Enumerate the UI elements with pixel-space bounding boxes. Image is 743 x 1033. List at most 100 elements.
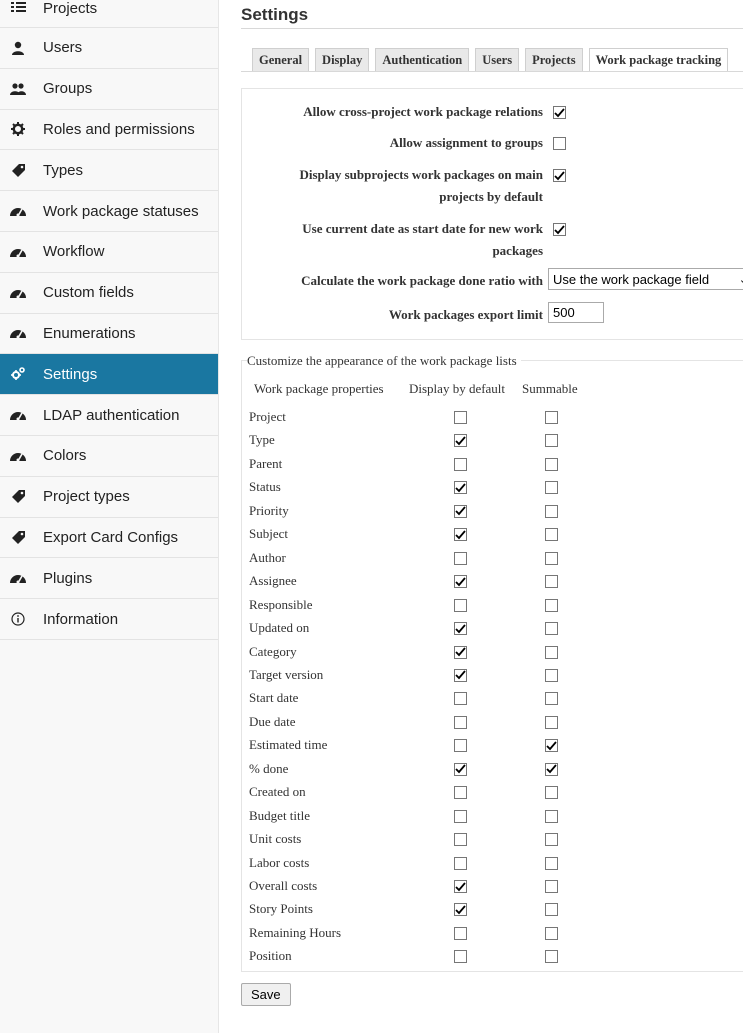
table-row: Created on [242, 782, 743, 806]
display-by-default-checkbox[interactable] [454, 880, 467, 893]
start-date-label-line2: packages [492, 243, 543, 258]
display-by-default-checkbox[interactable] [454, 645, 467, 659]
column-header-summable: Summable [522, 381, 578, 396]
gauge-icon [8, 323, 28, 343]
sidebar-item-settings[interactable]: Settings [0, 354, 218, 396]
export-limit-input[interactable]: 500 [548, 302, 604, 323]
summable-checkbox[interactable] [545, 903, 558, 917]
gauge-icon [8, 568, 28, 588]
sidebar-item-custom-fields[interactable]: Custom fields [0, 273, 218, 314]
display-by-default-checkbox[interactable] [454, 715, 467, 729]
display-by-default-checkbox[interactable] [454, 551, 467, 565]
display-by-default-checkbox[interactable] [454, 668, 467, 682]
sidebar-item-projects[interactable]: Projects [0, 0, 218, 28]
display-by-default-checkbox[interactable] [454, 504, 467, 518]
export-limit-label: Work packages export limit [388, 307, 543, 322]
tab-general[interactable]: General [252, 48, 310, 72]
display-by-default-checkbox[interactable] [454, 903, 467, 917]
display-by-default-checkbox[interactable] [454, 762, 467, 776]
display-by-default-checkbox[interactable] [454, 809, 467, 823]
property-name: Remaining Hours [249, 924, 342, 940]
display-by-default-checkbox[interactable] [454, 575, 467, 589]
cross-project-checkbox[interactable] [553, 106, 566, 119]
sidebar-item-roles-and-permissions[interactable]: Roles and permissions [0, 110, 218, 151]
table-row: Author [242, 548, 743, 572]
sidebar-item-project-types[interactable]: Project types [0, 477, 218, 518]
sidebar-item-plugins[interactable]: Plugins [0, 558, 218, 600]
display-by-default-checkbox[interactable] [454, 434, 467, 448]
page-title: Settings [241, 5, 309, 24]
summable-checkbox[interactable] [545, 668, 558, 682]
display-by-default-checkbox[interactable] [454, 692, 467, 706]
table-row: Type [242, 430, 743, 454]
summable-checkbox[interactable] [545, 950, 558, 964]
sidebar-item-ldap-authentication[interactable]: LDAP authentication [0, 395, 218, 436]
subprojects-checkbox[interactable] [553, 169, 566, 182]
sidebar-item-enumerations[interactable]: Enumerations [0, 314, 218, 355]
sidebar-item-users[interactable]: Users [0, 28, 218, 69]
save-button[interactable]: Save [241, 983, 291, 1006]
info-icon [8, 609, 28, 629]
summable-checkbox[interactable] [545, 645, 558, 659]
summable-checkbox[interactable] [545, 926, 558, 940]
display-by-default-checkbox[interactable] [454, 739, 467, 753]
subprojects-label: Display subprojects work packages on mai… [299, 164, 543, 208]
summable-checkbox[interactable] [545, 481, 558, 495]
sidebar-item-types[interactable]: Types [0, 150, 218, 192]
summable-checkbox[interactable] [545, 457, 558, 471]
sidebar-item-label: Project types [43, 488, 130, 506]
sidebar-item-work-package-statuses[interactable]: Work package statuses [0, 191, 218, 232]
start-date-checkbox[interactable] [553, 223, 566, 236]
sidebar-item-colors[interactable]: Colors [0, 436, 218, 477]
sidebar-item-workflow[interactable]: Workflow [0, 232, 218, 273]
display-by-default-checkbox[interactable] [454, 528, 467, 542]
column-header-property: Work package properties [254, 381, 384, 396]
appearance-legend: Customize the appearance of the work pac… [247, 353, 521, 369]
summable-checkbox[interactable] [545, 715, 558, 729]
display-by-default-checkbox[interactable] [454, 457, 467, 471]
summable-checkbox[interactable] [545, 575, 558, 589]
summable-checkbox[interactable] [545, 692, 558, 706]
display-by-default-checkbox[interactable] [454, 598, 467, 612]
display-by-default-checkbox[interactable] [454, 833, 467, 847]
tab-users[interactable]: Users [475, 48, 520, 72]
summable-checkbox[interactable] [545, 434, 558, 448]
summable-checkbox[interactable] [545, 809, 558, 823]
column-header-display: Display by default [409, 381, 506, 396]
table-row: Overall costs [242, 876, 743, 900]
display-by-default-checkbox[interactable] [454, 856, 467, 870]
display-by-default-checkbox[interactable] [454, 950, 467, 964]
display-by-default-checkbox[interactable] [454, 411, 467, 424]
tab-authentication[interactable]: Authentication [375, 48, 470, 72]
start-date-label: Use current date as start date for new w… [302, 218, 543, 262]
gears-icon [8, 364, 28, 384]
sidebar-item-information[interactable]: Information [0, 599, 218, 640]
tab-display[interactable]: Display [315, 48, 370, 72]
sidebar-item-groups[interactable]: Groups [0, 69, 218, 110]
display-by-default-checkbox[interactable] [454, 481, 467, 495]
summable-checkbox[interactable] [545, 739, 558, 753]
sidebar-item-export-card-configs[interactable]: Export Card Configs [0, 518, 218, 559]
summable-checkbox[interactable] [545, 411, 558, 424]
summable-checkbox[interactable] [545, 551, 558, 565]
summable-checkbox[interactable] [545, 762, 558, 776]
sidebar-item-label: Colors [43, 447, 87, 465]
summable-checkbox[interactable] [545, 622, 558, 636]
assign-groups-checkbox[interactable] [553, 137, 566, 150]
summable-checkbox[interactable] [545, 833, 558, 847]
summable-checkbox[interactable] [545, 786, 558, 800]
tab-projects[interactable]: Projects [525, 48, 583, 72]
summable-checkbox[interactable] [545, 598, 558, 612]
tab-work-package-tracking[interactable]: Work package tracking [588, 48, 729, 72]
table-row: Remaining Hours [242, 923, 743, 947]
sidebar-item-label: Projects [43, 0, 98, 17]
summable-checkbox[interactable] [545, 880, 558, 893]
display-by-default-checkbox[interactable] [454, 622, 467, 636]
summable-checkbox[interactable] [545, 856, 558, 870]
display-by-default-checkbox[interactable] [454, 786, 467, 800]
property-name: % done [249, 760, 289, 776]
display-by-default-checkbox[interactable] [454, 926, 467, 940]
done-ratio-select[interactable]: Use the work package field ⌄ [548, 268, 743, 290]
summable-checkbox[interactable] [545, 504, 558, 518]
summable-checkbox[interactable] [545, 528, 558, 542]
